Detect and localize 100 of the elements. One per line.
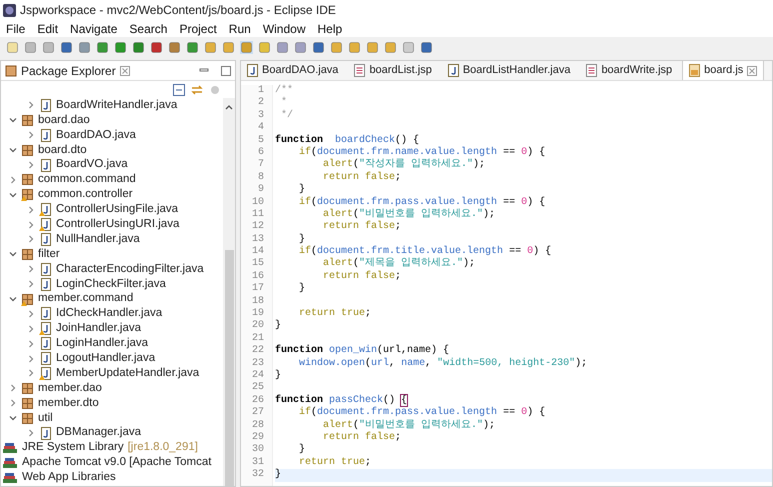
chevron-down-icon[interactable] — [9, 250, 17, 258]
scrollbar[interactable] — [223, 98, 235, 486]
library-icon — [3, 442, 18, 454]
tree-item-label[interactable]: BoardDAO.java — [56, 126, 136, 144]
code-line: return false; — [322, 172, 402, 184]
tree-item-label[interactable]: LoginHandler.java — [56, 335, 148, 352]
code-line: } — [298, 444, 306, 457]
tree-item-label[interactable]: board.dao — [38, 112, 90, 129]
java-file-icon — [39, 262, 52, 276]
chevron-down-icon[interactable] — [9, 116, 17, 124]
tree-item-label[interactable]: Apache Tomcat v9.0 [Apache Tomcat — [22, 454, 212, 472]
line-number: 7 — [258, 159, 264, 172]
scrollbar-thumb[interactable] — [224, 250, 234, 486]
java-file-icon — [39, 337, 52, 350]
editor-tab[interactable]: BoardDAO.java — [241, 60, 348, 80]
line-number: 23 — [252, 358, 264, 370]
line-number: 2 — [258, 97, 264, 110]
tree-item-label[interactable]: member.dto — [38, 394, 99, 412]
tree-item-label[interactable]: DBManager.java — [56, 424, 142, 442]
tree-item-label[interactable]: BoardWriteHandler.java — [56, 98, 178, 114]
code-line: return true; — [298, 308, 372, 320]
chevron-right-icon[interactable] — [27, 131, 35, 140]
chevron-down-icon[interactable] — [9, 295, 17, 304]
chevron-right-icon[interactable] — [27, 429, 35, 438]
code-line: function boardCheck() { — [275, 134, 420, 146]
chevron-right-icon[interactable] — [27, 101, 35, 110]
code-line: window.open(url, name, "width=500, height-230"); — [298, 358, 588, 370]
close-icon[interactable] — [747, 66, 758, 76]
panel-title[interactable]: Package Explorer — [21, 62, 116, 80]
chevron-right-icon[interactable] — [27, 161, 35, 169]
line-number: 16 — [252, 270, 264, 283]
code-line: if(document.frm.title.value.length == 0) { — [298, 246, 552, 258]
menu-item[interactable]: Project — [179, 20, 217, 38]
maximize-icon[interactable] — [221, 66, 231, 76]
package-warning-icon — [21, 188, 34, 202]
menu-item[interactable]: Help — [318, 20, 342, 38]
tree-item-label[interactable]: filter — [38, 246, 60, 263]
editor-tab[interactable]: BoardListHandler.java — [442, 60, 580, 80]
chevron-right-icon[interactable] — [9, 176, 17, 184]
code-line: } — [275, 469, 282, 482]
menu-item[interactable]: Edit — [37, 20, 58, 38]
tree-item-label[interactable]: common.controller — [38, 186, 133, 204]
menu-item[interactable]: Run — [228, 20, 251, 38]
line-number: 1 — [258, 85, 264, 97]
tree-item-label[interactable]: BoardVO.java — [56, 156, 128, 174]
line-number: 18 — [252, 296, 264, 308]
line-number: 4 — [258, 122, 264, 135]
line-number: 24 — [252, 370, 264, 382]
tree-item-label[interactable]: util — [38, 410, 53, 427]
java-file-icon — [39, 307, 52, 320]
code-line: if(document.frm.pass.value.length == 0) { — [298, 407, 546, 420]
tree-item-label[interactable]: MemberUpdateHandler.java — [56, 364, 200, 382]
line-number: 29 — [252, 432, 264, 444]
link-icon[interactable] — [191, 84, 203, 96]
java-file-icon — [39, 158, 52, 172]
tree-item-label[interactable]: Web App Libraries — [22, 469, 116, 486]
java-file-icon — [247, 64, 258, 76]
line-number: 21 — [252, 332, 264, 345]
chevron-down-icon[interactable] — [9, 414, 17, 422]
menu-item[interactable]: Navigate — [70, 20, 118, 38]
tree-item-label[interactable]: IdCheckHandler.java — [56, 305, 162, 323]
tree-item-label[interactable]: LogoutHandler.java — [56, 350, 156, 368]
tree-item-label[interactable]: NullHandler.java — [56, 230, 140, 248]
scroll-up-icon[interactable] — [225, 104, 233, 110]
code-line: return false; — [322, 270, 402, 284]
line-number: 6 — [258, 146, 264, 159]
menu-item[interactable]: Window — [262, 20, 306, 38]
chevron-down-icon[interactable] — [9, 146, 17, 154]
tree-item-label[interactable]: ControllerUsingURI.java — [56, 216, 180, 234]
code-line: if(document.frm.name.value.length == 0) { — [298, 146, 546, 158]
line-number: 15 — [252, 258, 264, 271]
editor-tab[interactable]: boardWrite.jsp — [580, 60, 682, 80]
tree-item-label[interactable]: member.dao — [38, 380, 102, 397]
menu-item[interactable]: File — [6, 20, 26, 38]
window-title: Jspworkspace - mvc2/WebContent/js/board.js - Eclipse IDE — [20, 2, 336, 19]
line-number: 12 — [252, 221, 264, 234]
editor-tab[interactable]: boardList.jsp — [348, 60, 442, 80]
java-file-warning-icon — [39, 322, 52, 336]
tree-item-label[interactable]: LoginCheckFilter.java — [56, 276, 166, 293]
tree-item-label[interactable]: ControllerUsingFile.java — [56, 201, 178, 218]
line-number: 13 — [252, 234, 264, 246]
tree-item-label[interactable]: JoinHandler.java — [56, 320, 142, 338]
line-number: 26 — [252, 394, 264, 407]
code-line: return false; — [322, 432, 402, 444]
tree-item-label[interactable]: member.command — [38, 290, 134, 308]
tree-item-label[interactable]: common.command — [38, 171, 136, 189]
package-icon — [21, 248, 34, 261]
java-file-icon — [39, 352, 52, 366]
tree-item-label[interactable]: JRE System Library — [22, 439, 124, 457]
java-file-icon — [39, 278, 52, 291]
chevron-down-icon[interactable] — [9, 190, 17, 199]
tree-item-label[interactable]: board.dto — [38, 142, 87, 159]
library-icon — [3, 472, 18, 484]
close-icon[interactable] — [120, 66, 130, 76]
collapse-all-icon[interactable] — [173, 84, 185, 96]
tree-item-label[interactable]: CharacterEncodingFilter.java — [56, 260, 204, 278]
package-icon — [21, 396, 34, 410]
editor-tab[interactable]: board.js — [682, 60, 764, 80]
menu-item[interactable]: Search — [129, 20, 168, 38]
java-file-warning-icon — [39, 203, 52, 216]
